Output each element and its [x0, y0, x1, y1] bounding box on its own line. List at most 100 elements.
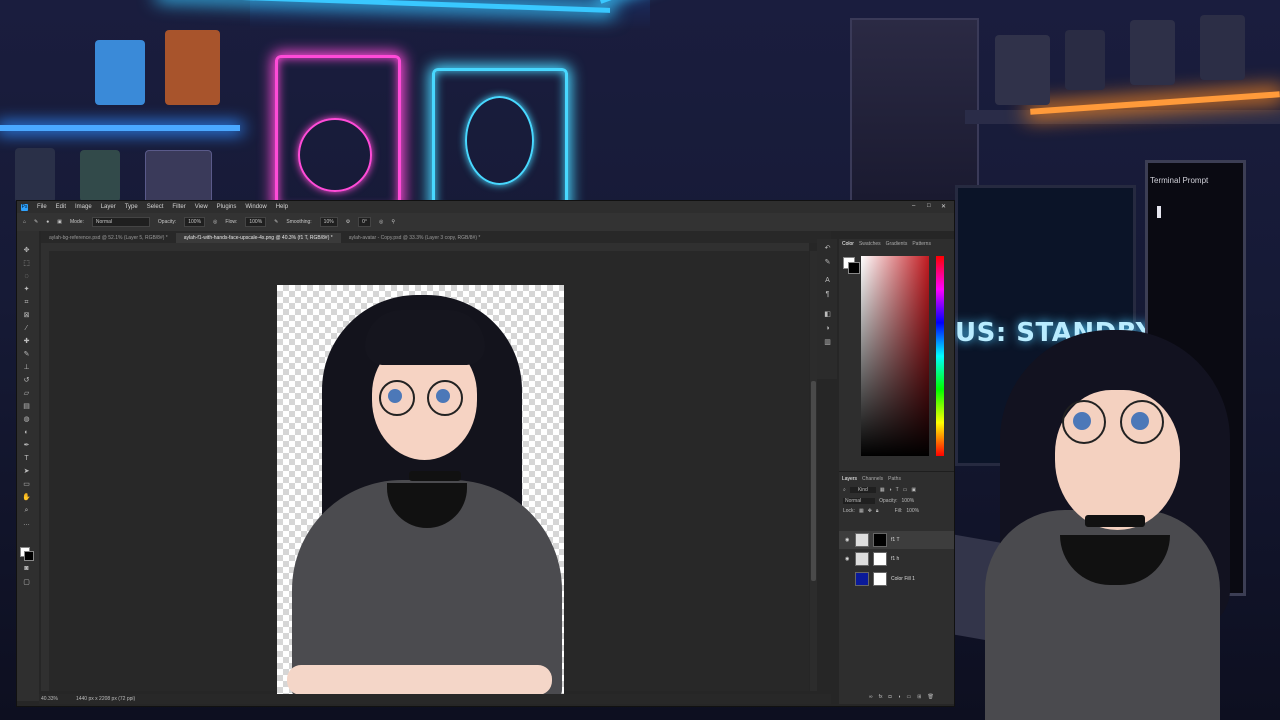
lock-all-icon[interactable]: 🔒︎ [876, 508, 879, 514]
zoom-readout[interactable]: 40.33% [41, 696, 58, 702]
properties-panel-icon[interactable]: ◧ [823, 311, 832, 318]
maximize-icon[interactable]: □ [927, 203, 931, 209]
layer-row[interactable]: ◉ f1 T [839, 531, 954, 549]
hue-slider[interactable] [936, 256, 944, 456]
adjustments-panel-icon[interactable]: ◑ [823, 325, 832, 332]
canvas-scroll-thumb[interactable] [811, 381, 816, 581]
menu-filter[interactable]: Filter [172, 204, 185, 210]
more-tools-icon[interactable]: … [22, 520, 31, 527]
adjustment-layer-icon[interactable]: ◑ [898, 694, 901, 700]
paragraph-panel-icon[interactable]: ¶ [823, 291, 832, 298]
tab-f1-hands[interactable]: aylah-f1-with-hands-face-upscale-4x.png … [175, 233, 341, 243]
brush-settings-icon[interactable]: ▣ [57, 219, 62, 225]
adjustment-filter-icon[interactable]: ◑ [889, 487, 892, 493]
layer-mask-thumbnail[interactable] [873, 572, 887, 586]
blend-mode-select[interactable]: Normal [843, 498, 876, 504]
character-panel-icon[interactable]: A [823, 277, 832, 284]
dodge-icon[interactable]: ◐ [22, 429, 31, 436]
blur-icon[interactable]: ◍ [22, 416, 31, 423]
tab-paths[interactable]: Paths [888, 476, 901, 482]
angle-field[interactable]: 0° [358, 217, 371, 227]
visibility-eye-icon[interactable]: ◉ [845, 556, 851, 562]
menu-edit[interactable]: Edit [56, 204, 66, 210]
layer-mask-thumbnail[interactable] [873, 533, 887, 547]
zoom-tool-icon[interactable]: ⌕ [22, 507, 31, 514]
tab-color[interactable]: Color [842, 241, 854, 247]
menu-type[interactable]: Type [125, 204, 138, 210]
libraries-panel-icon[interactable]: ▥ [823, 339, 832, 346]
menu-view[interactable]: View [195, 204, 208, 210]
menu-file[interactable]: File [37, 204, 47, 210]
color-panel-background[interactable] [848, 262, 860, 274]
type-tool-icon[interactable]: T [22, 455, 31, 462]
crop-tool-icon[interactable]: ⌗ [22, 299, 31, 306]
layer-mask-thumbnail[interactable] [873, 552, 887, 566]
marquee-tool-icon[interactable]: ⬚ [22, 260, 31, 267]
delete-layer-icon[interactable]: 🗑︎ [927, 694, 933, 700]
mode-select[interactable]: Normal [91, 217, 150, 227]
smoothing-settings-icon[interactable]: ⚙ [346, 219, 350, 225]
color-picker-field[interactable] [861, 256, 929, 456]
brush-tool-icon[interactable]: ✎ [34, 219, 38, 225]
brushes-panel-icon[interactable]: ✎ [823, 259, 832, 266]
eraser-icon[interactable]: ▱ [22, 390, 31, 397]
lock-position-icon[interactable]: ✥ [868, 508, 872, 514]
shape-tool-icon[interactable]: ▭ [22, 481, 31, 488]
pressure-size-icon[interactable]: ◎ [379, 219, 383, 225]
layer-row[interactable]: ◉ Color Fill 1 [839, 570, 954, 588]
link-layers-icon[interactable]: ∞ [869, 694, 873, 700]
close-icon[interactable]: ✕ [941, 203, 946, 210]
clone-stamp-icon[interactable]: ⊥ [22, 364, 31, 371]
layer-row[interactable]: ◉ f1 h [839, 550, 954, 568]
hand-tool-icon[interactable]: ✋ [22, 494, 31, 501]
history-panel-icon[interactable]: ↶ [823, 245, 832, 252]
frame-tool-icon[interactable]: ⊠ [22, 312, 31, 319]
tab-patterns[interactable]: Patterns [912, 241, 931, 247]
menu-plugins[interactable]: Plugins [217, 204, 237, 210]
fill-value[interactable]: 100% [906, 508, 919, 514]
healing-brush-icon[interactable]: ✚ [22, 338, 31, 345]
lasso-tool-icon[interactable]: ◌ [22, 273, 31, 280]
pen-tool-icon[interactable]: ✒ [22, 442, 31, 449]
quick-select-icon[interactable]: ✦ [22, 286, 31, 293]
menu-help[interactable]: Help [276, 204, 288, 210]
move-tool-icon[interactable]: ✥ [22, 247, 31, 254]
layer-opacity-value[interactable]: 100% [901, 498, 914, 504]
tab-swatches[interactable]: Swatches [859, 241, 881, 247]
airbrush-icon[interactable]: ✎ [274, 219, 278, 225]
smart-filter-icon[interactable]: ▣ [911, 487, 916, 493]
symmetry-icon[interactable]: ⚲ [391, 219, 395, 225]
eyedropper-icon[interactable]: ⁄ [22, 325, 31, 332]
shape-filter-icon[interactable]: ▭ [903, 487, 908, 493]
minimize-icon[interactable]: – [912, 203, 915, 209]
brush-tool-panel-icon[interactable]: ✎ [22, 351, 31, 358]
document-canvas[interactable] [277, 285, 564, 695]
layer-kind-filter[interactable]: Kind [849, 487, 876, 493]
add-mask-icon[interactable]: ◘ [888, 694, 891, 700]
quick-mask-icon[interactable]: ◙ [22, 565, 31, 572]
lock-pixels-icon[interactable]: ▦ [859, 508, 864, 514]
history-brush-icon[interactable]: ↺ [22, 377, 31, 384]
menu-select[interactable]: Select [147, 204, 164, 210]
path-select-icon[interactable]: ➤ [22, 468, 31, 475]
smoothing-field[interactable]: 10% [319, 217, 338, 227]
flow-field[interactable]: 100% [245, 217, 267, 227]
new-layer-icon[interactable]: ⊞ [917, 694, 921, 700]
menu-layer[interactable]: Layer [101, 204, 116, 210]
tab-gradients[interactable]: Gradients [886, 241, 908, 247]
brush-preset-icon[interactable]: ● [46, 219, 49, 225]
tab-channels[interactable]: Channels [862, 476, 883, 482]
gradient-icon[interactable]: ▤ [22, 403, 31, 410]
new-group-icon[interactable]: ▭ [907, 694, 912, 700]
pressure-opacity-icon[interactable]: ◎ [213, 219, 217, 225]
tab-bg-reference[interactable]: aylah-bg-reference.psd @ 52.1% (Layer 5,… [41, 233, 176, 243]
tab-avatar-copy[interactable]: aylah-avatar - Copy.psd @ 33.3% (Layer 3… [341, 233, 489, 243]
type-filter-icon[interactable]: T [896, 487, 899, 493]
home-icon[interactable]: ⌂ [23, 219, 26, 225]
opacity-field[interactable]: 100% [184, 217, 206, 227]
menu-window[interactable]: Window [245, 204, 266, 210]
visibility-eye-icon[interactable]: ◉ [845, 537, 851, 543]
screen-mode-icon[interactable]: ▢ [22, 579, 31, 586]
tab-layers[interactable]: Layers [842, 476, 857, 482]
fx-icon[interactable]: fx [879, 694, 883, 700]
